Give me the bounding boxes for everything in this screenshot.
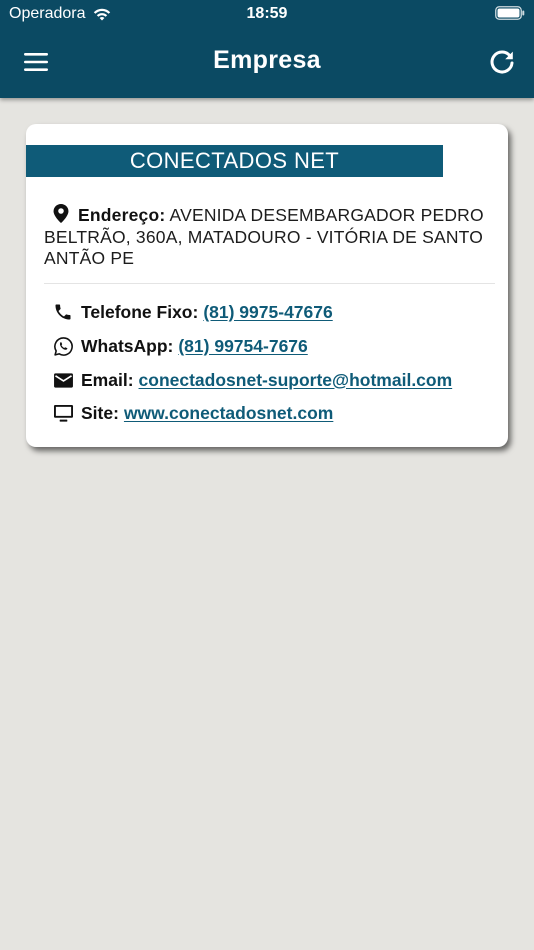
phone-icon: [52, 301, 74, 323]
status-bar: Operadora 18:59: [0, 0, 534, 28]
email-label: Email:: [81, 369, 134, 390]
battery-icon: [495, 6, 525, 20]
contact-row-phone: Telefone Fixo: (81) 9975-47676: [52, 300, 333, 324]
email-link[interactable]: conectadosnet-suporte@hotmail.com: [139, 370, 453, 391]
contact-row-site: Site: www.conectadosnet.com: [52, 401, 333, 425]
company-name-banner: CONECTADOS NET: [26, 145, 443, 177]
contact-row-email: Email: conectadosnet-suporte@hotmail.com: [52, 368, 452, 392]
refresh-button[interactable]: [488, 48, 516, 76]
phone-link[interactable]: (81) 9975-47676: [203, 302, 332, 323]
contact-row-whatsapp: WhatsApp: (81) 99754-7676: [52, 334, 308, 358]
site-label: Site:: [81, 402, 119, 423]
phone-label: Telefone Fixo:: [81, 301, 199, 322]
refresh-icon: [490, 50, 514, 74]
address-block: Endereço: AVENIDA DESEMBARGADOR PEDRO BE…: [44, 203, 494, 270]
monitor-icon: [52, 402, 74, 424]
page-title: Empresa: [213, 46, 321, 74]
status-time: 18:59: [246, 5, 288, 22]
whatsapp-link[interactable]: (81) 99754-7676: [178, 336, 307, 357]
address-label: Endereço:: [78, 205, 166, 225]
whatsapp-label: WhatsApp:: [81, 335, 174, 356]
mail-icon: [52, 369, 74, 391]
whatsapp-icon: [52, 335, 74, 357]
company-card: CONECTADOS NET Endereço: AVENIDA DESEMBA…: [26, 124, 508, 447]
location-pin-icon: [53, 203, 69, 224]
app-bar: Operadora 18:59 Empresa: [0, 0, 534, 98]
divider: [44, 283, 495, 284]
site-link[interactable]: www.conectadosnet.com: [124, 403, 333, 424]
